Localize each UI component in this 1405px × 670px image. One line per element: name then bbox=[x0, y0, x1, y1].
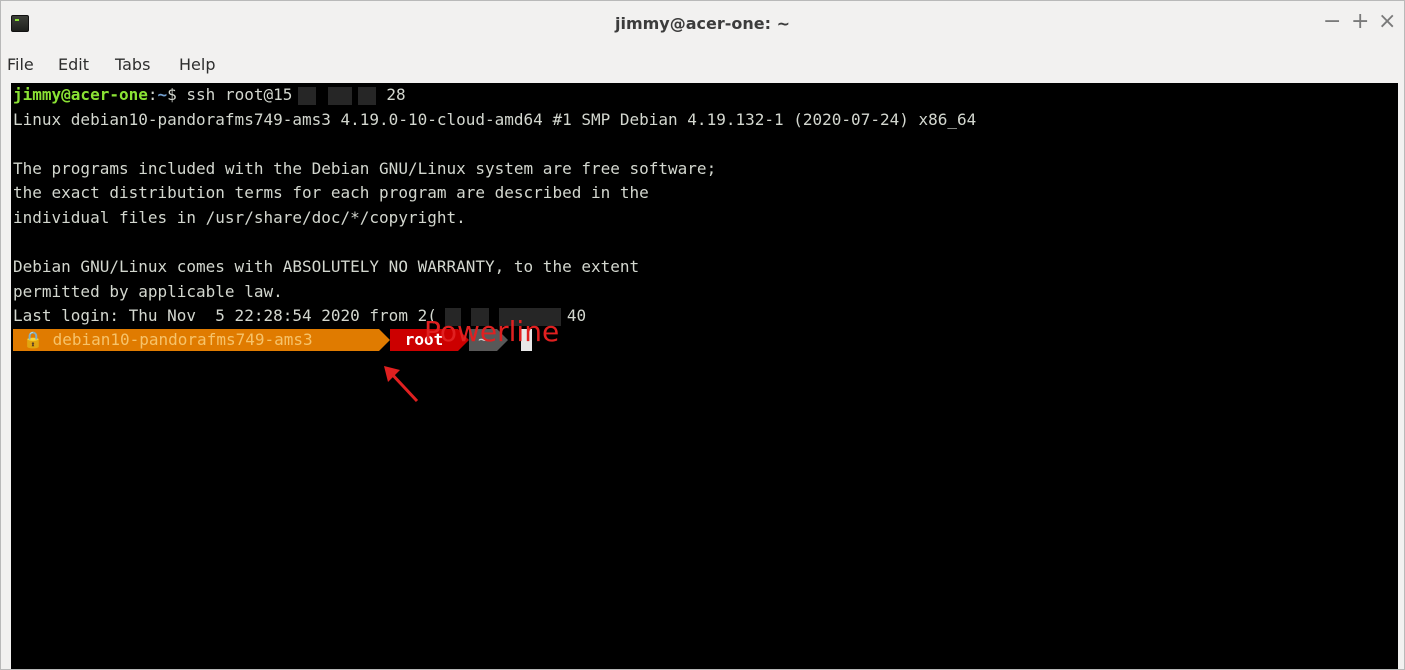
powerline-host-segment: 🔒 debian10-pandorafms749-ams3 bbox=[13, 329, 379, 351]
window-title: jimmy@acer-one: ~ bbox=[614, 14, 790, 33]
powerline-host: debian10-pandorafms749-ams3 bbox=[52, 330, 313, 349]
last-login-ip-suffix: 40 bbox=[566, 306, 587, 326]
output-line: The programs included with the Debian GN… bbox=[13, 158, 717, 178]
title-bar[interactable]: jimmy@acer-one: ~ − + × bbox=[1, 1, 1404, 46]
prompt-separator: : bbox=[147, 85, 158, 104]
annotation-arrow-icon bbox=[384, 366, 419, 403]
powerline-annotation-label: Powerline bbox=[424, 315, 560, 348]
terminal-screen[interactable]: jimmy@acer-one:~$ ssh root@15 28 Linux de… bbox=[11, 83, 1398, 669]
command-ip-suffix: 28 bbox=[386, 85, 406, 104]
menu-file[interactable]: File bbox=[7, 55, 34, 74]
menu-bar: File Edit Tabs Help bbox=[1, 51, 1404, 79]
terminal-window: jimmy@acer-one: ~ − + × File Edit Tabs H… bbox=[0, 0, 1405, 670]
menu-help[interactable]: Help bbox=[179, 55, 215, 74]
output-line: individual files in /usr/share/doc/*/cop… bbox=[13, 208, 466, 227]
output-line: the exact distribution terms for each pr… bbox=[13, 183, 649, 203]
redacted-ip-block bbox=[358, 86, 377, 105]
maximize-button[interactable]: + bbox=[1351, 9, 1369, 35]
redacted-ip-block bbox=[328, 86, 353, 105]
prompt-dollar: $ bbox=[167, 85, 187, 104]
menu-edit[interactable]: Edit bbox=[58, 55, 89, 74]
minimize-button[interactable]: − bbox=[1323, 9, 1341, 35]
last-login-text: Last login: Thu Nov 5 22:28:54 2020 from… bbox=[13, 306, 437, 326]
prompt-path: ~ bbox=[157, 85, 168, 104]
output-line: Linux debian10-pandorafms749-ams3 4.19.0… bbox=[13, 109, 977, 129]
ssh-command-line: jimmy@acer-one:~$ ssh root@15 28 bbox=[13, 83, 406, 108]
powerline-separator-icon bbox=[379, 329, 390, 351]
lock-icon: 🔒 bbox=[23, 330, 43, 349]
command-text: ssh root@15 bbox=[186, 85, 293, 104]
redacted-ip-block bbox=[298, 86, 317, 105]
prompt-user-host: jimmy@acer-one bbox=[13, 85, 148, 104]
output-line: Debian GNU/Linux comes with ABSOLUTELY N… bbox=[13, 257, 640, 277]
output-line: permitted by applicable law. bbox=[13, 281, 283, 301]
menu-tabs[interactable]: Tabs bbox=[115, 55, 150, 74]
close-button[interactable]: × bbox=[1378, 9, 1396, 35]
